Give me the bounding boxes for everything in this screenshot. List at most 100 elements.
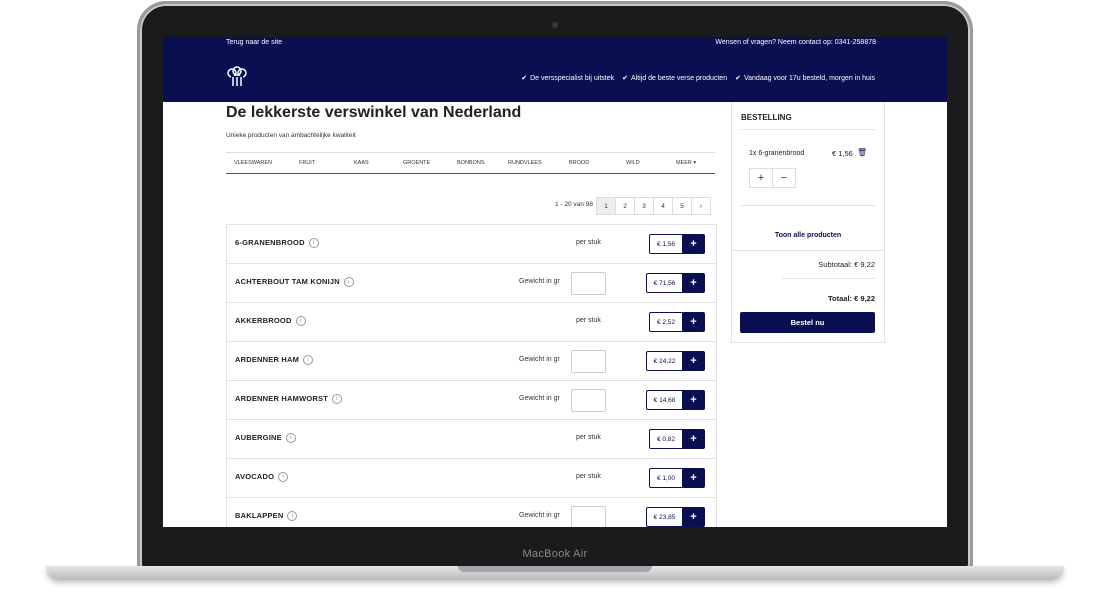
add-to-cart-button[interactable]: + (682, 507, 705, 527)
total: Totaal: € 9,22 (828, 294, 875, 303)
cart-title: BESTELLING (741, 113, 792, 122)
add-to-cart-button[interactable]: + (682, 351, 705, 371)
price-label: € 2,52 (649, 312, 683, 332)
weight-label: Gewicht in gr (519, 512, 560, 519)
page-4-button[interactable]: 4 (654, 198, 673, 214)
tab-groente[interactable]: GROENTE (403, 160, 430, 166)
usp-item: ✔ Vandaag voor 17u besteld, morgen in hui… (735, 75, 875, 82)
usp-item: ✔ De versspecialist bij uitstek (521, 75, 615, 82)
check-icon: ✔ (622, 75, 628, 82)
product-name: ARDENNER HAM i (235, 355, 314, 366)
divider (741, 129, 876, 130)
product-row: AKKERBROOD i per stuk € 2,52 + (227, 303, 716, 342)
weight-label: Gewicht in gr (519, 278, 560, 285)
tab-wild[interactable]: WILD (626, 160, 640, 166)
weight-label: Gewicht in gr (519, 356, 560, 363)
add-to-cart-button[interactable]: + (682, 273, 705, 293)
camera-icon (552, 22, 558, 28)
quantity-stepper: + − (749, 168, 796, 188)
add-to-cart-button[interactable]: + (682, 429, 705, 449)
top-bar: Terug naar de site Wensen of vragen? Nee… (163, 37, 947, 55)
weight-input[interactable] (571, 350, 606, 373)
info-icon[interactable]: i (285, 433, 296, 444)
show-all-products-link[interactable]: Toon alle producten (732, 232, 884, 239)
tab-meer[interactable]: MEER ▾ (676, 160, 696, 166)
divider (782, 278, 876, 279)
device-brand: MacBook Air (522, 548, 588, 560)
back-to-site-link[interactable]: Terug naar de site (226, 39, 282, 46)
divider (741, 205, 876, 206)
info-icon[interactable]: i (331, 394, 342, 405)
price-label: € 23,85 (646, 507, 683, 527)
unit-label: per stuk (576, 434, 601, 441)
unit-label: per stuk (576, 473, 601, 480)
page-1-button[interactable]: 1 (597, 198, 616, 214)
trash-icon[interactable]: 🗑 (857, 148, 867, 157)
category-tabs: VLEESWAREN FRUIT KAAS GROENTE BONBONS RU… (226, 152, 715, 174)
chevron-down-icon: ▾ (693, 160, 697, 166)
product-row: ACHTERBOUT TAM KONIJN i Gewicht in gr € 7… (227, 264, 716, 303)
add-to-cart-button[interactable]: + (682, 468, 705, 488)
price-label: € 24,22 (646, 351, 683, 371)
info-icon[interactable]: i (287, 511, 298, 522)
info-icon[interactable]: i (295, 316, 306, 327)
page-3-button[interactable]: 3 (635, 198, 654, 214)
unit-label: per stuk (576, 317, 601, 324)
pagination-info: 1 - 20 van 98 (555, 201, 593, 208)
check-icon: ✔ (521, 75, 528, 82)
product-name: ARDENNER HAMWORST i (235, 394, 342, 405)
add-to-cart-button[interactable]: + (682, 390, 705, 410)
product-name: ACHTERBOUT TAM KONIJN i (235, 277, 354, 288)
price-label: € 71,56 (646, 273, 683, 293)
usp-list: ✔ De versspecialist bij uitstek ✔ Altijd d… (521, 74, 875, 82)
check-icon: ✔ (735, 75, 741, 82)
laptop-notch (458, 566, 652, 572)
product-row: ARDENNER HAMWORST i Gewicht in gr € 14,68… (227, 381, 716, 420)
tab-rundvlees[interactable]: RUNDVLEES (508, 160, 542, 166)
info-icon[interactable]: i (308, 238, 319, 249)
tab-kaas[interactable]: KAAS (354, 160, 369, 166)
add-to-cart-button[interactable]: + (682, 312, 705, 332)
product-row: 6-GRANENBROOD i per stuk € 1,56 + (227, 225, 716, 264)
contact-text: Wensen of vragen? Neem contact op: 0341-… (715, 39, 876, 46)
chef-hat-logo-icon[interactable] (226, 66, 248, 88)
product-row: AUBERGINE i per stuk € 0,82 + (227, 420, 716, 459)
order-sidebar: BESTELLING 1x 6-granenbrood € 1,56 🗑 + −… (731, 102, 885, 343)
next-page-button[interactable]: › (692, 198, 710, 214)
page-title: De lekkerste verswinkel van Nederland (226, 104, 522, 121)
product-list: 6-GRANENBROOD i per stuk € 1,56 + ACHTERB… (226, 224, 717, 527)
product-name: AUBERGINE i (235, 433, 296, 444)
divider (732, 250, 884, 251)
product-name: AKKERBROOD i (235, 316, 306, 327)
weight-input[interactable] (571, 506, 606, 527)
price-label: € 1,00 (649, 468, 683, 488)
weight-input[interactable] (571, 389, 606, 412)
price-label: € 0,82 (649, 429, 683, 449)
tab-bonbons[interactable]: BONBONS (457, 160, 485, 166)
weight-input[interactable] (571, 272, 606, 295)
decrease-quantity-button[interactable]: − (773, 169, 795, 187)
order-now-button[interactable]: Bestel nu (740, 312, 875, 333)
info-icon[interactable]: i (278, 472, 289, 483)
price-label: € 14,68 (646, 390, 683, 410)
product-name: AVOCADO i (235, 472, 289, 483)
info-icon[interactable]: i (303, 355, 314, 366)
page-2-button[interactable]: 2 (616, 198, 635, 214)
add-to-cart-button[interactable]: + (682, 234, 705, 254)
tab-vleeswaren[interactable]: VLEESWAREN (234, 160, 272, 166)
browser-screen: Terug naar de site Wensen of vragen? Nee… (163, 37, 947, 527)
info-icon[interactable]: i (343, 277, 354, 288)
tab-fruit[interactable]: FRUIT (299, 160, 315, 166)
subtotal: Subtotaal: € 9,22 (818, 260, 875, 269)
cart-item-label: 1x 6-granenbrood (749, 150, 805, 157)
unit-label: per stuk (576, 239, 601, 246)
weight-label: Gewicht in gr (519, 395, 560, 402)
tab-brood[interactable]: BROOD (569, 160, 589, 166)
page-5-button[interactable]: 5 (673, 198, 692, 214)
product-row: BAKLAPPEN i Gewicht in gr € 23,85 + (227, 498, 716, 527)
price-label: € 1,56 (649, 234, 683, 254)
increase-quantity-button[interactable]: + (750, 169, 773, 187)
usp-item: ✔ Altijd de beste verse producten (622, 75, 728, 82)
product-name: 6-GRANENBROOD i (235, 238, 319, 249)
pagination: 1 2 3 4 5 › (596, 197, 711, 215)
